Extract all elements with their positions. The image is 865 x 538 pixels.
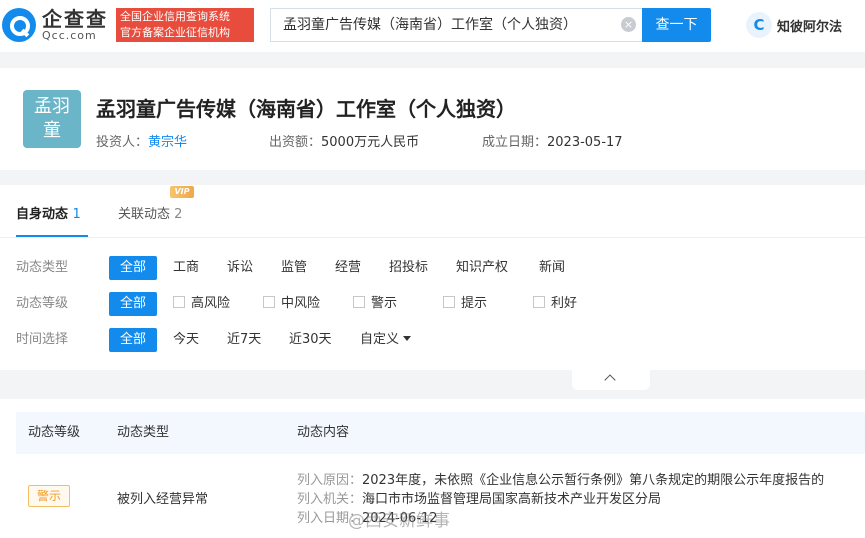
search-button[interactable]: 查一下	[642, 8, 711, 42]
level-option-positive[interactable]: 利好	[533, 292, 577, 316]
filter-label: 动态类型	[16, 260, 69, 275]
tab-divider	[0, 237, 865, 238]
date-label: 成立日期：	[482, 135, 548, 150]
filter-row-level: 动态等级 全部 高风险 中风险 警示 提示 利好	[0, 292, 865, 316]
company-avatar: 孟羽 童	[23, 90, 81, 148]
avatar-line-2: 童	[43, 120, 61, 141]
tab-count: 1	[72, 207, 81, 222]
header-content: 动态内容	[297, 425, 350, 440]
clear-icon[interactable]: ×	[621, 17, 636, 32]
header-level: 动态等级	[28, 425, 81, 440]
level-badge: 警示	[28, 485, 70, 507]
founding-date-info: 成立日期：2023-05-17	[482, 131, 623, 150]
avatar-line-1: 孟羽	[34, 96, 70, 117]
tab-self-updates[interactable]: 自身动态 1	[16, 203, 81, 222]
tab-label: 关联动态	[118, 207, 171, 222]
authority-line: 列入机关：海口市市场监督管理局国家高新技术产业开发区分局	[297, 488, 661, 507]
level-option-warning[interactable]: 警示	[353, 292, 397, 316]
slogan-line-2: 官方备案企业征信机构	[120, 26, 230, 39]
time-option-all[interactable]: 全部	[109, 328, 157, 352]
time-option-today[interactable]: 今天	[173, 328, 199, 352]
level-option-high-risk[interactable]: 高风险	[173, 292, 230, 316]
authority-label: 列入机关：	[297, 492, 363, 507]
filter-row-time: 时间选择 全部 今天 近7天 近30天 自定义	[0, 328, 865, 352]
filter-label: 时间选择	[16, 332, 69, 347]
slogan-banner: 全国企业信用查询系统 官方备案企业征信机构	[116, 8, 254, 42]
checkbox-icon[interactable]	[443, 296, 455, 308]
brand-link[interactable]: C 知彼阿尔法	[746, 12, 842, 38]
type-option-all[interactable]: 全部	[109, 256, 157, 280]
qcc-logo-icon	[2, 8, 36, 42]
time-option-30-days[interactable]: 近30天	[289, 328, 332, 352]
time-option-custom[interactable]: 自定义	[360, 328, 412, 352]
watermark: @西安新鲜事	[348, 511, 450, 531]
tab-label: 自身动态	[16, 207, 69, 222]
vip-badge: VIP	[170, 186, 194, 198]
type-option-business[interactable]: 工商	[173, 256, 199, 280]
checkbox-icon[interactable]	[533, 296, 545, 308]
caret-down-icon	[403, 336, 412, 341]
table-header: 动态等级 动态类型 动态内容	[16, 412, 865, 454]
type-option-ip[interactable]: 知识产权	[456, 256, 508, 280]
level-option-medium-risk[interactable]: 中风险	[263, 292, 320, 316]
date-value: 2023-05-17	[547, 135, 623, 150]
option-label: 利好	[551, 296, 578, 311]
alpha-logo-icon: C	[746, 12, 772, 38]
option-label: 中风险	[281, 296, 321, 311]
company-name: 孟羽童广告传媒（海南省）工作室（个人独资）	[96, 97, 516, 121]
header-type: 动态类型	[117, 425, 170, 440]
logo-en: Qcc.com	[42, 29, 97, 42]
brand-label: 知彼阿尔法	[777, 19, 843, 35]
investor-link[interactable]: 黄宗华	[148, 135, 187, 150]
checkbox-icon[interactable]	[173, 296, 185, 308]
level-option-all[interactable]: 全部	[109, 292, 157, 316]
type-option-regulation[interactable]: 监管	[281, 256, 307, 280]
tab-related-updates[interactable]: 关联动态 2	[118, 203, 182, 222]
logo-text: 企查查 Qcc.com	[42, 8, 108, 42]
option-label: 警示	[371, 296, 398, 311]
company-card: 孟羽 童 孟羽童广告传媒（海南省）工作室（个人独资） 投资人：黄宗华 出资额：5…	[0, 68, 865, 170]
capital-info: 出资额：5000万元人民币	[269, 131, 419, 150]
filter-label: 动态等级	[16, 296, 69, 311]
reason-value: 2023年度，未依照《企业信息公示暂行条例》第八条规定的期限公示年度报告的	[362, 473, 825, 488]
update-type: 被列入经营异常	[117, 492, 209, 507]
option-label: 自定义	[360, 332, 400, 347]
site-logo[interactable]: 企查查 Qcc.com	[2, 8, 108, 42]
slogan-line-1: 全国企业信用查询系统	[120, 10, 230, 23]
authority-value: 海口市市场监督管理局国家高新技术产业开发区分局	[362, 492, 662, 507]
search-input[interactable]: 孟羽童广告传媒（海南省）工作室（个人独资）	[270, 8, 642, 42]
reason-line: 列入原因：2023年度，未依照《企业信息公示暂行条例》第八条规定的期限公示年度报…	[297, 469, 824, 488]
checkbox-icon[interactable]	[263, 296, 275, 308]
investor-info: 投资人：黄宗华	[96, 131, 187, 150]
option-label: 高风险	[191, 296, 231, 311]
option-label: 提示	[461, 296, 488, 311]
type-option-litigation[interactable]: 诉讼	[227, 256, 253, 280]
investor-label: 投资人：	[96, 135, 149, 150]
type-option-bidding[interactable]: 招投标	[389, 256, 428, 280]
filter-panel: 自身动态 1 关联动态 2 VIP 动态类型 全部 工商 诉讼 监管 经营 招投…	[0, 185, 865, 370]
capital-label: 出资额：	[269, 135, 322, 150]
filter-row-type: 动态类型 全部 工商 诉讼 监管 经营 招投标 知识产权 新闻	[0, 256, 865, 280]
capital-value: 5000万元人民币	[321, 135, 420, 150]
reason-label: 列入原因：	[297, 473, 363, 488]
top-header: 企查查 Qcc.com 全国企业信用查询系统 官方备案企业征信机构 孟羽童广告传…	[0, 0, 865, 52]
tab-count: 2	[174, 207, 183, 222]
logo-cn: 企查查	[42, 7, 108, 31]
type-option-news[interactable]: 新闻	[539, 256, 565, 280]
type-option-operation[interactable]: 经营	[335, 256, 361, 280]
time-option-7-days[interactable]: 近7天	[227, 328, 261, 352]
level-option-notice[interactable]: 提示	[443, 292, 487, 316]
checkbox-icon[interactable]	[353, 296, 365, 308]
